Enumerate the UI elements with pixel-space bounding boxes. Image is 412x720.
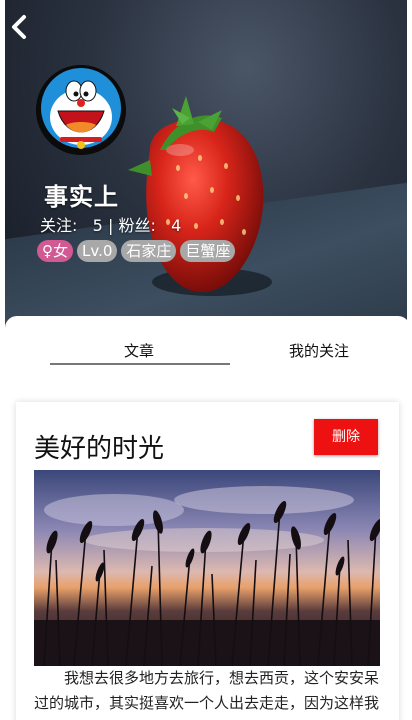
followers-count[interactable]: 4 [171,216,181,235]
active-tab-indicator [50,363,230,365]
following-count[interactable]: 5 [93,216,103,235]
article-title[interactable]: 美好的时光 [34,428,164,465]
article-image[interactable] [34,470,380,666]
frame-left [0,0,5,340]
doraemon-avatar-image [36,65,126,155]
stats-separator: | [107,216,114,235]
followers-label: 粉丝: [118,216,156,235]
tab-my-following[interactable]: 我的关注 [289,340,349,361]
level-tag: Lv.0 [77,240,118,262]
article-card[interactable]: 美好的时光 删除 我想去很多地方去旅行，想去西贡，这个安安呆过的城市，其实挺喜欢… [16,402,399,720]
profile-tags: ♀女 Lv.0 石家庄 巨蟹座 [37,240,236,262]
back-button[interactable] [6,12,32,42]
strawberry-image [128,96,272,296]
avatar[interactable] [36,65,126,155]
zodiac-tag: 巨蟹座 [180,240,236,262]
profile-header: 事实上 关注: 5 | 粉丝: 4 ♀女 Lv.0 石家庄 巨蟹座 [0,0,412,340]
reeds-sunset-image [34,470,380,666]
gender-tag: ♀女 [37,240,73,262]
chevron-left-icon [12,15,26,39]
follow-stats: 关注: 5 | 粉丝: 4 [40,212,181,236]
following-label: 关注: [40,216,78,235]
frame-right [407,0,412,340]
username: 事实上 [44,183,119,211]
article-excerpt[interactable]: 我想去很多地方去旅行，想去西贡，这个安安呆过的城市，其实挺喜欢一个人出去走走，因… [34,666,380,720]
delete-button[interactable]: 删除 [314,419,378,455]
tab-articles[interactable]: 文章 [124,340,154,361]
city-tag: 石家庄 [121,240,177,262]
profile-tabs: 文章 我的关注 [5,316,410,372]
